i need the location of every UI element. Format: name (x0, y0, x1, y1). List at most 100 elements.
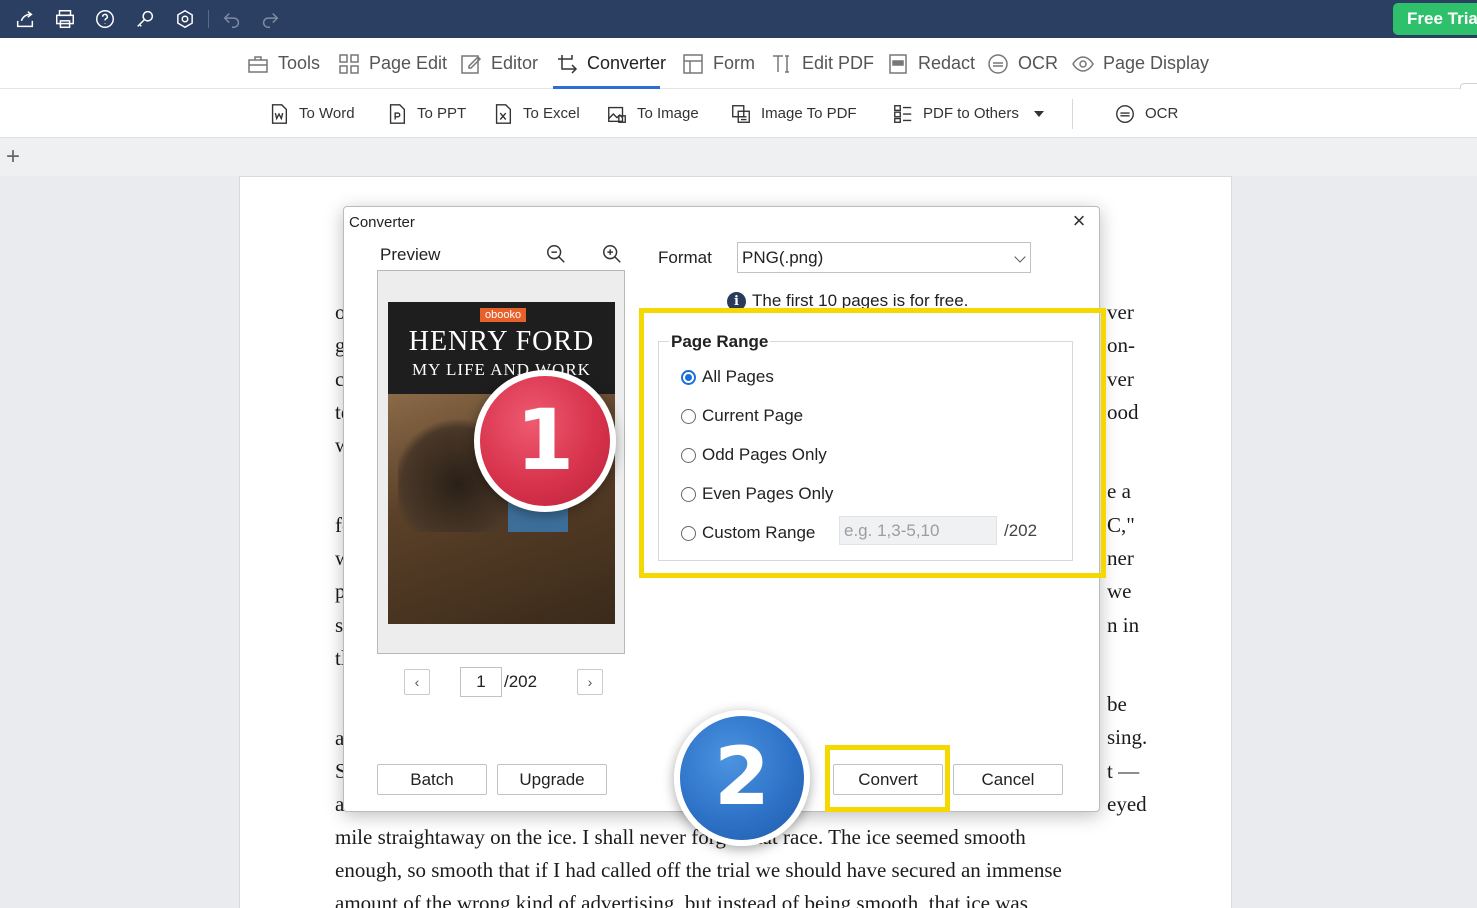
chevron-down-icon (1014, 251, 1026, 263)
tab-label: Edit PDF (802, 53, 875, 73)
tab-label: Redact (918, 53, 976, 73)
tab-label: Editor (491, 53, 539, 73)
image-to-pdf-button[interactable]: Image To PDF (730, 89, 857, 138)
next-page-button[interactable]: › (577, 669, 603, 695)
tab-label: Tools (278, 53, 321, 73)
document-tab-strip: + (0, 138, 1477, 176)
format-value: PNG(.png) (742, 248, 824, 267)
redact-icon (889, 53, 907, 74)
form-icon (683, 53, 703, 74)
toolbar-divider (208, 10, 209, 28)
page-number-input[interactable]: 1 (460, 667, 502, 697)
text-fragment: n in (1107, 613, 1140, 637)
converter-toolbar: To Word To PPT To Excel To Image Image T… (0, 89, 1477, 138)
grid-icon (339, 53, 359, 74)
ppt-icon (389, 103, 406, 124)
chevron-down-icon (1033, 110, 1044, 117)
ocr-label: OCR (1145, 105, 1179, 122)
page-range-highlight (639, 308, 1106, 578)
tab-converter[interactable]: Converter (555, 38, 666, 89)
ocr-icon (988, 53, 1008, 74)
tab-page-edit[interactable]: Page Edit (337, 38, 447, 89)
list-icon (894, 104, 912, 123)
preview-label: Preview (380, 245, 441, 264)
tab-label: Page Edit (369, 53, 448, 73)
settings-icon[interactable] (173, 7, 197, 31)
tab-tools[interactable]: Tools (246, 38, 320, 89)
help-icon[interactable] (93, 7, 117, 31)
pdf-to-others-button[interactable]: PDF to Others (892, 89, 1044, 138)
prev-page-button[interactable]: ‹ (404, 669, 430, 695)
word-icon (271, 103, 288, 124)
tab-label: Form (713, 53, 755, 73)
text-fragment: ner (1107, 546, 1134, 570)
cover-subtitle: MY LIFE AND WORK (412, 360, 591, 379)
text-fragment: we (1107, 579, 1132, 603)
document-line: enough, so smooth that if I had called o… (335, 858, 1062, 882)
step-1-badge: 1 (474, 370, 616, 512)
text-fragment: on- (1107, 333, 1135, 357)
cancel-button[interactable]: Cancel (953, 764, 1063, 795)
share-icon[interactable] (13, 7, 37, 31)
to-word-button[interactable]: To Word (268, 89, 355, 138)
upgrade-button[interactable]: Upgrade (497, 764, 607, 795)
text-fragment: s (335, 613, 344, 637)
ocr-icon (1116, 104, 1134, 123)
close-icon[interactable]: × (1068, 210, 1090, 233)
to-ppt-button[interactable]: To PPT (386, 89, 466, 138)
excel-icon (495, 103, 512, 124)
tab-label: Page Display (1103, 53, 1210, 73)
document-line: mile straightaway on the ice. I shall ne… (335, 825, 1026, 849)
tab-form[interactable]: Form (681, 38, 755, 89)
to-image-button[interactable]: To Image (606, 89, 699, 138)
text-cursor-icon (773, 54, 789, 73)
key-icon[interactable] (133, 7, 157, 31)
zoom-in-icon[interactable] (601, 243, 625, 267)
tab-redact[interactable]: Redact (886, 38, 975, 89)
page-total: /202 (504, 672, 538, 691)
tab-label: Converter (587, 53, 667, 73)
tab-page-display[interactable]: Page Display (1071, 38, 1209, 89)
format-select[interactable]: PNG(.png) (737, 242, 1031, 273)
text-fragment: ood (1107, 400, 1139, 424)
print-icon[interactable] (53, 7, 77, 31)
text-fragment: sing. (1107, 725, 1148, 749)
free-trial-button[interactable]: Free Trial (1393, 3, 1477, 35)
tab-label: OCR (1018, 53, 1058, 73)
ocr-button[interactable]: OCR (1114, 89, 1178, 138)
image-to-pdf-icon (732, 104, 750, 123)
cover-title: HENRY FORD (408, 326, 595, 357)
to-ppt-label: To PPT (417, 105, 467, 122)
cover-badge: obooko (480, 308, 527, 322)
format-label: Format (658, 248, 712, 267)
text-fragment: C," (1107, 513, 1135, 537)
main-tabs: Tools Page Edit Editor Converter Form Ed… (0, 38, 1477, 119)
text-fragment: eyed (1107, 792, 1147, 816)
to-word-label: To Word (299, 105, 355, 122)
document-line: amount of the wrong kind of advertising,… (335, 891, 1028, 908)
to-excel-label: To Excel (523, 105, 580, 122)
convert-icon (558, 54, 578, 74)
to-excel-button[interactable]: To Excel (492, 89, 580, 138)
text-fragment: e a (1107, 479, 1131, 503)
toolbar-divider (1072, 99, 1073, 129)
batch-button[interactable]: Batch (377, 764, 487, 795)
zoom-out-icon[interactable] (545, 243, 569, 267)
text-fragment: ver (1107, 367, 1134, 391)
image-to-pdf-label: Image To PDF (761, 105, 857, 122)
dialog-title: Converter (349, 214, 415, 231)
step-2-badge: 2 (674, 710, 810, 846)
tab-edit-pdf[interactable]: Edit PDF (770, 38, 874, 89)
redo-icon[interactable] (258, 7, 282, 31)
to-image-label: To Image (637, 105, 699, 122)
pdf-to-others-label: PDF to Others (923, 105, 1019, 122)
tab-ocr[interactable]: OCR (986, 38, 1058, 89)
eye-icon (1072, 55, 1094, 72)
toolbox-icon (248, 55, 268, 73)
undo-icon[interactable] (220, 7, 244, 31)
text-fragment: ver (1107, 300, 1134, 324)
add-tab-icon[interactable]: + (6, 144, 20, 170)
image-icon (608, 106, 626, 123)
convert-highlight (825, 745, 950, 812)
tab-editor[interactable]: Editor (459, 38, 538, 89)
